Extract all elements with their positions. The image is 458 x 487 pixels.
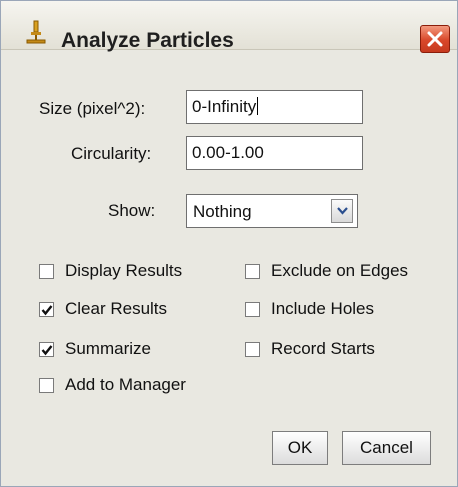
size-field[interactable]: 0-Infinity bbox=[186, 90, 363, 124]
show-label: Show: bbox=[108, 201, 156, 220]
checkmark-icon bbox=[41, 305, 53, 316]
show-select[interactable]: Nothing bbox=[186, 194, 358, 228]
close-icon bbox=[427, 31, 443, 47]
show-selected-value: Nothing bbox=[193, 202, 252, 221]
checkbox-box[interactable] bbox=[39, 342, 54, 357]
microscope-icon bbox=[25, 20, 47, 44]
size-label: Size (pixel^2): bbox=[39, 99, 146, 118]
checkbox-box[interactable] bbox=[39, 302, 54, 317]
window-title: Analyze Particles bbox=[61, 29, 234, 52]
checkbox-box[interactable] bbox=[245, 302, 260, 317]
checkbox-box[interactable] bbox=[245, 264, 260, 279]
dropdown-button[interactable] bbox=[331, 199, 353, 223]
circularity-label: Circularity: bbox=[71, 144, 152, 163]
title-bar[interactable]: Analyze Particles bbox=[1, 1, 457, 53]
checkbox-box[interactable] bbox=[245, 342, 260, 357]
checkmark-icon bbox=[41, 345, 53, 356]
display-results-label: Display Results bbox=[65, 261, 183, 280]
ok-button[interactable]: OK bbox=[272, 431, 328, 465]
summarize-label: Summarize bbox=[65, 339, 151, 358]
checkbox-box[interactable] bbox=[39, 378, 54, 393]
text-caret bbox=[257, 97, 259, 115]
checkbox-box[interactable] bbox=[39, 264, 54, 279]
size-value: 0-Infinity bbox=[192, 97, 257, 116]
circularity-field[interactable]: 0.00-1.00 bbox=[186, 136, 363, 170]
circularity-value: 0.00-1.00 bbox=[192, 143, 264, 162]
exclude-on-edges-label: Exclude on Edges bbox=[271, 261, 409, 280]
clear-results-label: Clear Results bbox=[65, 299, 168, 318]
close-button[interactable] bbox=[420, 25, 450, 53]
cancel-button[interactable]: Cancel bbox=[342, 431, 431, 465]
record-starts-label: Record Starts bbox=[271, 339, 375, 358]
chevron-down-icon bbox=[337, 207, 348, 215]
analyze-particles-dialog: Analyze Particles Size (pixel^2): 0-Infi… bbox=[0, 0, 458, 487]
add-to-manager-label: Add to Manager bbox=[65, 375, 186, 394]
include-holes-label: Include Holes bbox=[271, 299, 375, 318]
